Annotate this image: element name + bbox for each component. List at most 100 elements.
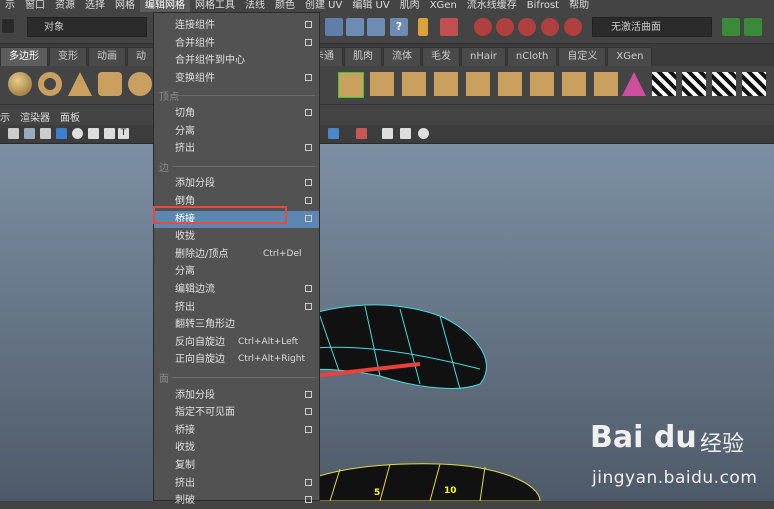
shelf-tab[interactable]: nCloth xyxy=(506,47,558,66)
menu-item[interactable]: 分离 xyxy=(154,263,319,280)
menu-item[interactable]: 桥接 xyxy=(154,422,319,439)
isolate-icon[interactable] xyxy=(328,128,339,139)
shelf-tab[interactable]: 动画 xyxy=(88,47,126,66)
snap-view-icon[interactable] xyxy=(367,18,385,36)
option-box-icon[interactable] xyxy=(305,408,312,416)
option-box-icon[interactable] xyxy=(305,179,312,187)
menu-item[interactable]: 复制 xyxy=(154,457,319,474)
option-box-icon[interactable] xyxy=(305,214,312,222)
xray-icon[interactable] xyxy=(88,128,99,139)
menubar-item[interactable]: 示 xyxy=(0,0,20,12)
option-box-icon[interactable] xyxy=(305,38,312,46)
magnet-icon-1[interactable] xyxy=(474,18,492,36)
magnet-icon-4[interactable] xyxy=(541,18,559,36)
shelf-tab[interactable]: 多边形 xyxy=(0,47,48,66)
camera-icon[interactable] xyxy=(8,128,19,139)
cube-wire-icon[interactable] xyxy=(400,128,411,139)
menu-item[interactable]: 收拢 xyxy=(154,228,319,245)
option-box-icon[interactable] xyxy=(305,73,312,81)
separate-icon[interactable] xyxy=(370,72,394,96)
option-box-icon[interactable] xyxy=(305,109,312,116)
snap-point-icon[interactable] xyxy=(346,18,364,36)
texture-icon[interactable] xyxy=(104,128,115,139)
checker-icon-1[interactable] xyxy=(652,72,676,96)
menubar-item[interactable]: XGen xyxy=(425,0,462,12)
menubar-item[interactable]: 帮助 xyxy=(564,0,594,12)
shelf-tab[interactable]: XGen xyxy=(607,47,653,66)
text-icon[interactable]: T xyxy=(118,128,129,139)
shelf-tab[interactable]: 肌肉 xyxy=(344,47,382,66)
poly-pyramid-icon[interactable] xyxy=(68,72,92,96)
option-box-icon[interactable] xyxy=(305,425,312,433)
select-camera-icon[interactable] xyxy=(356,128,367,139)
shelf-tab[interactable]: 流体 xyxy=(383,47,421,66)
extrude-icon[interactable] xyxy=(466,72,490,96)
option-box-icon[interactable] xyxy=(305,496,312,504)
menubar-item[interactable]: 编辑 UV xyxy=(347,0,394,12)
shelf-tab[interactable]: 动 xyxy=(127,47,155,66)
lock-icon[interactable] xyxy=(418,18,428,36)
grid-icon[interactable] xyxy=(40,128,51,139)
poly-pipe-icon[interactable] xyxy=(98,72,122,96)
menubar-item[interactable]: 编辑网格 xyxy=(140,0,190,12)
menubar-item[interactable]: 流水线缓存 xyxy=(462,0,522,12)
menubar-item[interactable]: 网格 xyxy=(110,0,140,12)
option-box-icon[interactable] xyxy=(305,390,312,398)
menubar-item[interactable]: 法线 xyxy=(240,0,270,12)
menu-item[interactable]: 挤出 xyxy=(154,475,319,492)
menu-item[interactable]: 收拢 xyxy=(154,439,319,456)
shelf-tab[interactable]: 变形 xyxy=(49,47,87,66)
shelf-tab[interactable]: 自定义 xyxy=(558,47,607,66)
magnet-icon-3[interactable] xyxy=(518,18,536,36)
menu-item[interactable]: 反向自旋边 Ctrl+Alt+Left xyxy=(154,334,319,351)
menu-item[interactable]: 删除边/顶点 Ctrl+Del xyxy=(154,246,319,263)
menubar-item[interactable]: 窗口 xyxy=(20,0,50,12)
menubar-item[interactable]: 肌肉 xyxy=(395,0,425,12)
menu-item[interactable]: 正向自旋边 Ctrl+Alt+Right xyxy=(154,351,319,368)
magnet-icon-2[interactable] xyxy=(496,18,514,36)
render-icon[interactable] xyxy=(722,18,740,36)
menu-item[interactable]: 挤出 xyxy=(154,299,319,316)
menubar-item[interactable]: 颜色 xyxy=(270,0,300,12)
option-box-icon[interactable] xyxy=(305,144,312,152)
render-settings-icon[interactable] xyxy=(744,18,762,36)
menu-item[interactable]: 指定不可见面 xyxy=(154,404,319,421)
checker-icon-4[interactable] xyxy=(742,72,766,96)
option-box-icon[interactable] xyxy=(305,302,312,310)
selection-mode-dropdown[interactable]: 对象 xyxy=(27,17,147,37)
option-box-icon[interactable] xyxy=(305,21,312,28)
menubar-item[interactable]: 资源 xyxy=(50,0,80,12)
shelf-tab[interactable]: nHair xyxy=(461,47,506,66)
checker-icon-3[interactable] xyxy=(712,72,736,96)
panel-menu-item[interactable]: 示 xyxy=(0,113,10,124)
option-box-icon[interactable] xyxy=(305,197,312,204)
menu-item[interactable]: 添加分段 xyxy=(154,175,319,192)
history-icon[interactable] xyxy=(440,18,458,36)
menubar-item[interactable]: 网格工具 xyxy=(190,0,240,12)
extract-icon[interactable] xyxy=(402,72,426,96)
menu-item[interactable]: 连接组件 xyxy=(154,17,319,34)
option-box-icon[interactable] xyxy=(305,478,312,486)
menu-item[interactable]: 切角 xyxy=(154,105,319,122)
panel-menu-item[interactable]: 渲染器 xyxy=(20,113,50,124)
bevel-icon[interactable] xyxy=(498,72,522,96)
wireframe-icon[interactable] xyxy=(24,128,35,139)
combine-icon[interactable] xyxy=(338,72,364,98)
menu-item[interactable]: 翻转三角形边 xyxy=(154,316,319,333)
poly-gear-icon[interactable] xyxy=(128,72,152,96)
menu-item[interactable]: 编辑边流 xyxy=(154,281,319,298)
bridge-icon[interactable] xyxy=(434,72,458,96)
menu-item[interactable]: 合并组件到中心 xyxy=(154,52,319,69)
merge-icon[interactable] xyxy=(562,72,586,96)
live-surface-dropdown[interactable]: 无激活曲面 xyxy=(592,17,712,37)
smooth-shade-icon[interactable] xyxy=(56,128,67,139)
snap-grid-icon[interactable] xyxy=(325,18,343,36)
menubar-item[interactable]: 选择 xyxy=(80,0,110,12)
collapse-icon[interactable] xyxy=(594,72,618,96)
poly-sphere-icon[interactable] xyxy=(8,72,32,96)
menu-item[interactable]: 合并组件 xyxy=(154,35,319,52)
cone-icon[interactable] xyxy=(622,72,646,96)
shelf-tab[interactable]: 毛发 xyxy=(422,47,460,66)
menubar-item[interactable]: 创建 UV xyxy=(300,0,347,12)
magnet-icon-5[interactable] xyxy=(564,18,582,36)
